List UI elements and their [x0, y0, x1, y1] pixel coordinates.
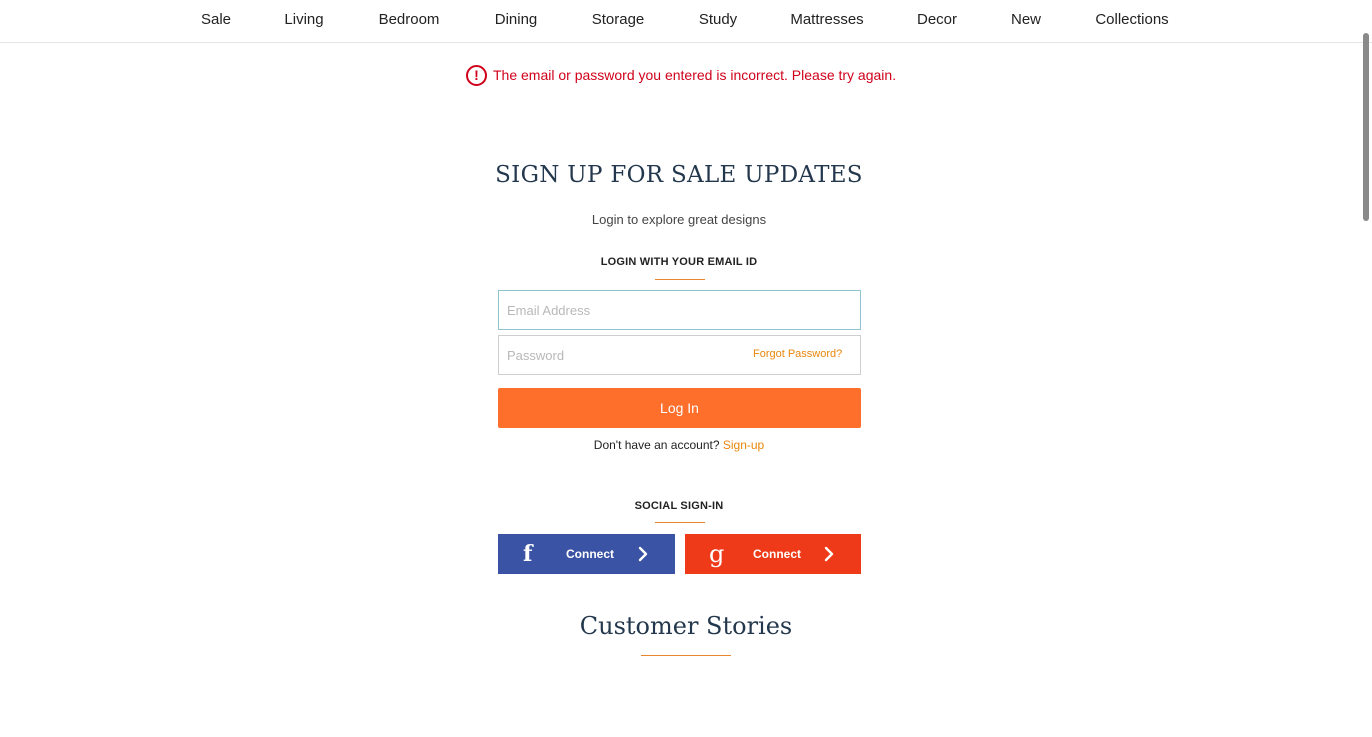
facebook-connect-label: Connect — [566, 547, 614, 561]
top-nav: Sale Living Bedroom Dining Storage Study… — [0, 0, 1372, 43]
nav-item-mattresses[interactable]: Mattresses — [790, 11, 863, 28]
nav-item-sale[interactable]: Sale — [201, 11, 231, 28]
login-error-message: ! The email or password you entered is i… — [466, 63, 896, 87]
signup-link[interactable]: Sign-up — [723, 438, 764, 452]
nav-item-storage[interactable]: Storage — [592, 11, 645, 28]
nav-item-study[interactable]: Study — [699, 11, 737, 28]
signup-prompt: Don't have an account? Sign-up — [0, 438, 1358, 452]
nav-item-decor[interactable]: Decor — [917, 11, 957, 28]
page-subtitle: Login to explore great designs — [591, 212, 767, 227]
facebook-connect-button[interactable]: f Connect — [498, 534, 675, 574]
nav-item-bedroom[interactable]: Bedroom — [379, 11, 440, 28]
no-account-text: Don't have an account? — [593, 438, 720, 452]
google-icon: g — [709, 540, 725, 568]
nav-item-living[interactable]: Living — [284, 11, 323, 28]
forgot-password-link[interactable]: Forgot Password? — [753, 348, 842, 360]
email-field[interactable] — [498, 290, 861, 330]
chevron-right-icon — [638, 546, 648, 562]
nav-item-collections[interactable]: Collections — [1095, 11, 1168, 28]
facebook-icon: f — [523, 541, 533, 567]
google-connect-label: Connect — [753, 547, 801, 561]
page-title: SIGN UP FOR SALE UPDATES — [495, 162, 863, 188]
google-connect-button[interactable]: g Connect — [685, 534, 861, 574]
nav-item-dining[interactable]: Dining — [495, 11, 538, 28]
nav-item-new[interactable]: New — [1011, 11, 1041, 28]
social-heading-underline — [655, 522, 705, 523]
social-signin-heading: SOCIAL SIGN-IN — [634, 500, 724, 512]
page-scrollbar[interactable] — [1363, 33, 1369, 221]
login-button[interactable]: Log In — [498, 388, 861, 428]
customer-stories-title: Customer Stories — [579, 612, 793, 640]
chevron-right-icon — [824, 546, 834, 562]
exclamation-circle-icon: ! — [466, 64, 487, 86]
error-text: The email or password you entered is inc… — [493, 67, 897, 83]
email-login-heading: LOGIN WITH YOUR EMAIL ID — [600, 256, 758, 268]
stories-title-underline — [641, 655, 731, 656]
email-heading-underline — [655, 279, 705, 280]
